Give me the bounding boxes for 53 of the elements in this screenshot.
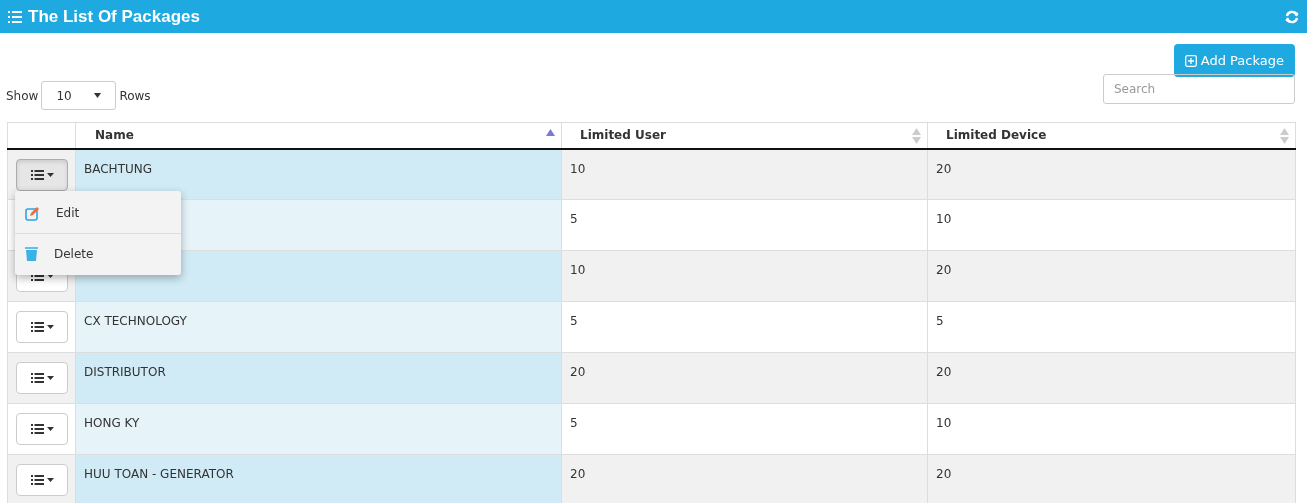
sort-icon: [912, 128, 921, 144]
column-header[interactable]: Name: [75, 122, 562, 149]
sort-ascending-icon: [546, 129, 555, 136]
list-icon: [30, 475, 44, 485]
column-header[interactable]: Limited User: [561, 122, 928, 149]
list-icon: [30, 322, 44, 332]
sort-icon: [1280, 128, 1289, 144]
table-cell: 5: [570, 212, 578, 226]
row-menu-button[interactable]: [16, 464, 68, 496]
row-menu-button[interactable]: [16, 413, 68, 445]
row-menu-button[interactable]: [16, 362, 68, 394]
row-menu-button[interactable]: [16, 158, 68, 191]
menu-item[interactable]: Delete: [15, 233, 181, 273]
table-cell: BACHTUNG: [84, 161, 153, 176]
table-cell: 20: [936, 161, 952, 176]
table-cell: 20: [570, 467, 586, 481]
table-cell: 20: [936, 467, 952, 481]
row-menu-button[interactable]: [16, 311, 68, 343]
table-cell: DISTRIBUTOR: [84, 365, 166, 379]
trash-icon: [25, 246, 38, 261]
page-title: The List Of Packages: [28, 5, 200, 28]
column-header[interactable]: Limited Device: [927, 122, 1296, 149]
caret-icon: [46, 172, 54, 177]
page-size-select[interactable]: 10: [41, 81, 117, 110]
list-icon: [30, 169, 44, 180]
search-field[interactable]: Search: [1103, 73, 1295, 104]
table-cell: 10: [936, 416, 952, 430]
caret-icon: [46, 376, 54, 380]
caret-icon: [94, 93, 102, 98]
list-icon: [8, 10, 22, 23]
list-icon: [30, 373, 44, 383]
table-cell: 20: [936, 263, 952, 277]
caret-icon: [46, 478, 54, 482]
table-cell: 5: [570, 314, 578, 328]
table-cell: CX TECHNOLOGY: [84, 314, 187, 328]
plus-square-icon: [1184, 54, 1197, 67]
table-cell: HONG KY: [84, 416, 140, 430]
table-cell: 20: [936, 365, 952, 379]
table-cell: HUU TOAN - GENERATOR: [84, 467, 234, 481]
menu-item[interactable]: Edit: [15, 193, 181, 233]
table-cell: 10: [570, 161, 586, 176]
rows-label: Rows: [119, 87, 151, 105]
refresh-icon[interactable]: [1285, 9, 1299, 24]
show-label: Show: [6, 87, 39, 105]
edit-icon: [25, 205, 40, 221]
table-cell: 5: [570, 416, 578, 430]
caret-icon: [46, 427, 54, 431]
caret-icon: [46, 325, 54, 329]
table-cell: 5: [936, 314, 944, 328]
table-cell: 10: [570, 263, 586, 277]
list-icon: [30, 424, 44, 434]
table-cell: 20: [570, 365, 586, 379]
table-cell: 10: [936, 212, 952, 226]
